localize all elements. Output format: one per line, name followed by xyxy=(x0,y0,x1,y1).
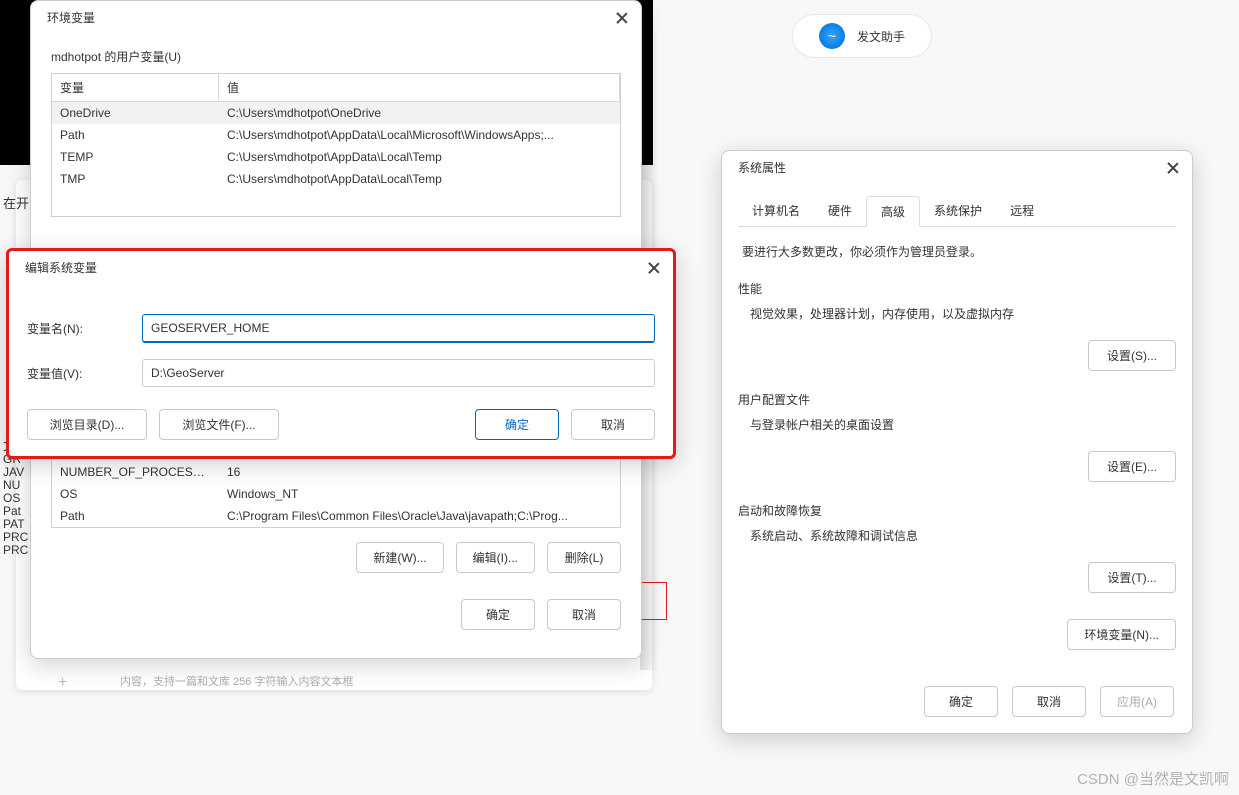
hint-text: 内容，支持一篇和文库 256 字符输入内容文本框 xyxy=(120,673,353,689)
env-vars-button[interactable]: 环境变量(N)... xyxy=(1067,619,1176,650)
tab-2[interactable]: 高级 xyxy=(866,196,920,227)
user-vars-label: mdhotpot 的用户变量(U) xyxy=(51,44,621,73)
edit-sysvar-dialog: 编辑系统变量 变量名(N): 变量值(V): 浏览目录(D)... 浏览文件(F… xyxy=(6,248,676,459)
settings-group: 性能 视觉效果，处理器计划，内存使用，以及虚拟内存 设置(S)... xyxy=(738,280,1176,371)
edit-titlebar: 编辑系统变量 xyxy=(9,251,673,284)
ok-button[interactable]: 确定 xyxy=(475,409,559,440)
tab-3[interactable]: 系统保护 xyxy=(920,196,996,226)
table-row[interactable]: PathC:\Program Files\Common Files\Oracle… xyxy=(52,505,620,527)
edit-title: 编辑系统变量 xyxy=(25,259,97,276)
cancel-button[interactable]: 取消 xyxy=(547,599,621,630)
sys-titlebar: 系统属性 xyxy=(722,151,1192,184)
watermark: CSDN @当然是文凯啊 xyxy=(1077,768,1229,789)
close-icon[interactable] xyxy=(1166,161,1180,175)
new-button[interactable]: 新建(W)... xyxy=(356,542,443,573)
table-row[interactable]: TEMPC:\Users\mdhotpot\AppData\Local\Temp xyxy=(52,146,620,168)
ok-button[interactable]: 确定 xyxy=(461,599,535,630)
sys-tabs: 计算机名硬件高级系统保护远程 xyxy=(738,196,1176,227)
group-desc: 与登录帐户相关的桌面设置 xyxy=(738,416,1176,433)
group-title: 用户配置文件 xyxy=(738,391,1176,408)
var-name-label: 变量名(N): xyxy=(27,320,142,337)
assistant-icon: ~ xyxy=(819,23,845,49)
user-vars-table[interactable]: 变量 值 OneDriveC:\Users\mdhotpot\OneDriveP… xyxy=(51,73,621,217)
col-variable[interactable]: 变量 xyxy=(52,74,219,101)
close-icon[interactable] xyxy=(615,11,629,25)
group-desc: 视觉效果，处理器计划，内存使用，以及虚拟内存 xyxy=(738,305,1176,322)
system-properties-dialog: 系统属性 计算机名硬件高级系统保护远程 要进行大多数更改，你必须作为管理员登录。… xyxy=(721,150,1193,734)
sys-footer: 确定 取消 应用(A) xyxy=(722,670,1192,733)
settings-group: 启动和故障恢复 系统启动、系统故障和调试信息 设置(T)... xyxy=(738,502,1176,593)
table-row[interactable]: OneDriveC:\Users\mdhotpot\OneDrive xyxy=(52,102,620,124)
tab-0[interactable]: 计算机名 xyxy=(738,196,814,226)
settings-button[interactable]: 设置(E)... xyxy=(1088,451,1176,482)
admin-note: 要进行大多数更改，你必须作为管理员登录。 xyxy=(742,243,1176,260)
cancel-button[interactable]: 取消 xyxy=(1012,686,1086,717)
tab-1[interactable]: 硬件 xyxy=(814,196,866,226)
col-value[interactable]: 值 xyxy=(219,74,620,101)
env-title: 环境变量 xyxy=(47,9,95,26)
browse-file-button[interactable]: 浏览文件(F)... xyxy=(159,409,279,440)
delete-button[interactable]: 删除(L) xyxy=(547,542,621,573)
plus-icon[interactable]: + xyxy=(58,674,67,692)
close-icon[interactable] xyxy=(647,261,661,275)
group-title: 启动和故障恢复 xyxy=(738,502,1176,519)
env-titlebar: 环境变量 xyxy=(31,1,641,34)
table-row[interactable]: NUMBER_OF_PROCESSORS16 xyxy=(52,461,620,483)
var-value-input[interactable] xyxy=(142,359,655,387)
table-row[interactable]: OSWindows_NT xyxy=(52,483,620,505)
tab-4[interactable]: 远程 xyxy=(996,196,1048,226)
apply-button[interactable]: 应用(A) xyxy=(1100,686,1174,717)
var-name-input[interactable] xyxy=(142,314,655,343)
cancel-button[interactable]: 取消 xyxy=(571,409,655,440)
table-row[interactable]: PathC:\Users\mdhotpot\AppData\Local\Micr… xyxy=(52,124,620,146)
settings-button[interactable]: 设置(S)... xyxy=(1088,340,1176,371)
var-value-label: 变量值(V): xyxy=(27,365,142,382)
sys-title: 系统属性 xyxy=(738,159,786,176)
settings-button[interactable]: 设置(T)... xyxy=(1088,562,1176,593)
ghost-text: 在开 xyxy=(3,193,29,212)
system-vars-buttons: 新建(W)... 编辑(I)... 删除(L) xyxy=(51,542,621,573)
group-desc: 系统启动、系统故障和调试信息 xyxy=(738,527,1176,544)
browse-dir-button[interactable]: 浏览目录(D)... xyxy=(27,409,147,440)
assistant-label: 发文助手 xyxy=(857,28,905,45)
assistant-bubble[interactable]: ~ 发文助手 xyxy=(792,14,932,58)
env-dialog-footer: 确定 取消 xyxy=(51,599,621,630)
ok-button[interactable]: 确定 xyxy=(924,686,998,717)
table-row[interactable]: TMPC:\Users\mdhotpot\AppData\Local\Temp xyxy=(52,168,620,190)
group-title: 性能 xyxy=(738,280,1176,297)
edit-button[interactable]: 编辑(I)... xyxy=(456,542,535,573)
settings-group: 用户配置文件 与登录帐户相关的桌面设置 设置(E)... xyxy=(738,391,1176,482)
